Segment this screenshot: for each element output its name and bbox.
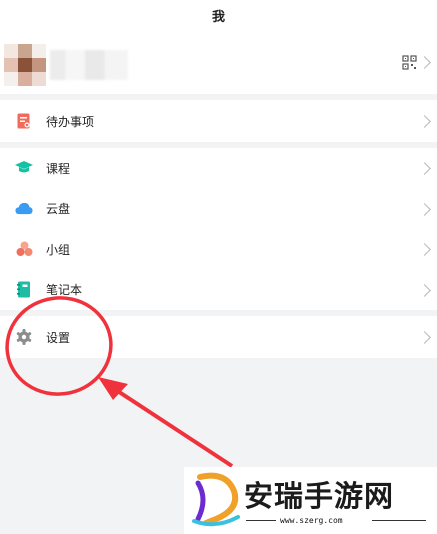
profile-name-blurred [50, 50, 128, 80]
page-title: 我 [211, 9, 225, 25]
annotation-arrow-line [108, 384, 234, 468]
chevron-right-icon [418, 243, 431, 256]
notebook-icon [15, 281, 33, 299]
group-icon [15, 240, 33, 258]
watermark-rule [246, 520, 276, 522]
chevron-right-icon [418, 162, 431, 175]
annotation-arrow-head [98, 377, 128, 400]
watermark-rule [372, 520, 426, 522]
menu-group-settings: 设置 [0, 316, 437, 358]
profile-card[interactable] [0, 30, 437, 100]
menu-group-todo: 待办事项 [0, 100, 437, 142]
avatar[interactable] [4, 44, 46, 86]
menu-item-settings[interactable]: 设置 [0, 316, 437, 358]
chevron-right-icon [418, 202, 431, 216]
chevron-right-icon [418, 56, 431, 69]
watermark-url: www.szerg.com [280, 516, 343, 525]
menu-item-course[interactable]: 课程 [0, 148, 437, 189]
chevron-right-icon [418, 283, 431, 297]
watermark: 安瑞手游网 www.szerg.com [184, 467, 437, 534]
menu-item-notebook[interactable]: 笔记本 [0, 270, 437, 311]
gear-icon [15, 328, 33, 346]
menu-group-main: 课程 云盘 小组 笔记本 [0, 148, 437, 310]
menu-item-label: 笔记本 [46, 283, 83, 298]
todo-icon [15, 112, 33, 130]
page-header: 我 [0, 0, 437, 30]
graduation-cap-icon [15, 159, 33, 177]
menu-item-label: 设置 [46, 330, 71, 345]
chevron-right-icon [418, 115, 431, 128]
chevron-right-icon [418, 331, 431, 344]
watermark-logo-icon [192, 472, 240, 527]
menu-item-label: 云盘 [46, 202, 71, 217]
menu-item-label: 小组 [46, 242, 71, 257]
cloud-icon [15, 200, 33, 218]
menu-item-todo[interactable]: 待办事项 [0, 100, 437, 142]
menu-item-group[interactable]: 小组 [0, 229, 437, 270]
menu-item-label: 课程 [46, 161, 71, 176]
watermark-title: 安瑞手游网 [244, 479, 395, 513]
qr-code-icon[interactable] [402, 55, 417, 70]
menu-item-cloud-drive[interactable]: 云盘 [0, 189, 437, 230]
menu-item-label: 待办事项 [46, 114, 95, 129]
